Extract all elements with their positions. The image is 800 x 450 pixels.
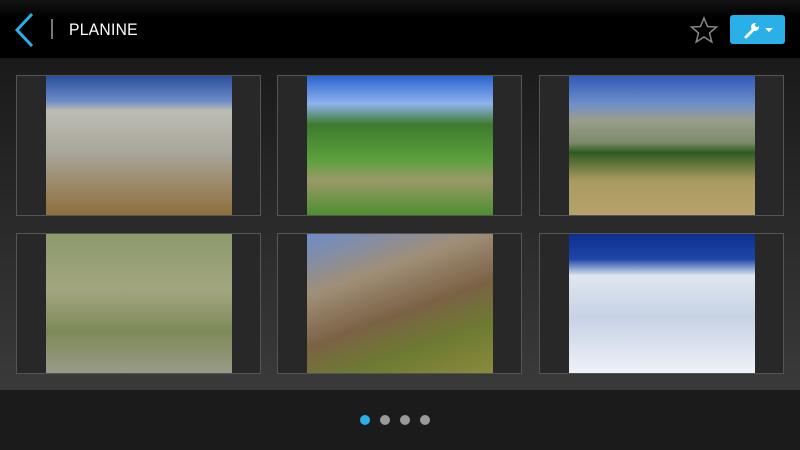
- favorite-star-icon[interactable]: [690, 16, 718, 44]
- settings-menu-button[interactable]: [730, 15, 785, 44]
- photo-rock-peak: [307, 234, 493, 373]
- gallery-item[interactable]: [16, 233, 261, 374]
- gallery-item[interactable]: [539, 233, 784, 374]
- page-title: PLANINE: [69, 20, 138, 39]
- app-header: PLANINE: [0, 0, 800, 58]
- gallery-item[interactable]: [16, 75, 261, 216]
- photo-green-valley: [307, 76, 493, 215]
- photo-horse-pasture: [46, 234, 232, 373]
- divider: [51, 19, 53, 39]
- gallery-item[interactable]: [277, 233, 522, 374]
- wrench-icon: [744, 22, 759, 38]
- photo-snowy-mountain: [569, 234, 755, 373]
- dropdown-caret-icon: [764, 27, 773, 32]
- page-dot-4[interactable]: [420, 415, 430, 425]
- page-dot-3[interactable]: [400, 415, 410, 425]
- page-dot-1[interactable]: [360, 415, 370, 425]
- gallery-item[interactable]: [539, 75, 784, 216]
- gallery-item[interactable]: [277, 75, 522, 216]
- photo-grid: [0, 58, 800, 390]
- photo-hikers-meadow: [569, 76, 755, 215]
- photo-rocky-plateau: [46, 76, 232, 215]
- back-chevron-icon[interactable]: [10, 12, 38, 48]
- page-dot-2[interactable]: [380, 415, 390, 425]
